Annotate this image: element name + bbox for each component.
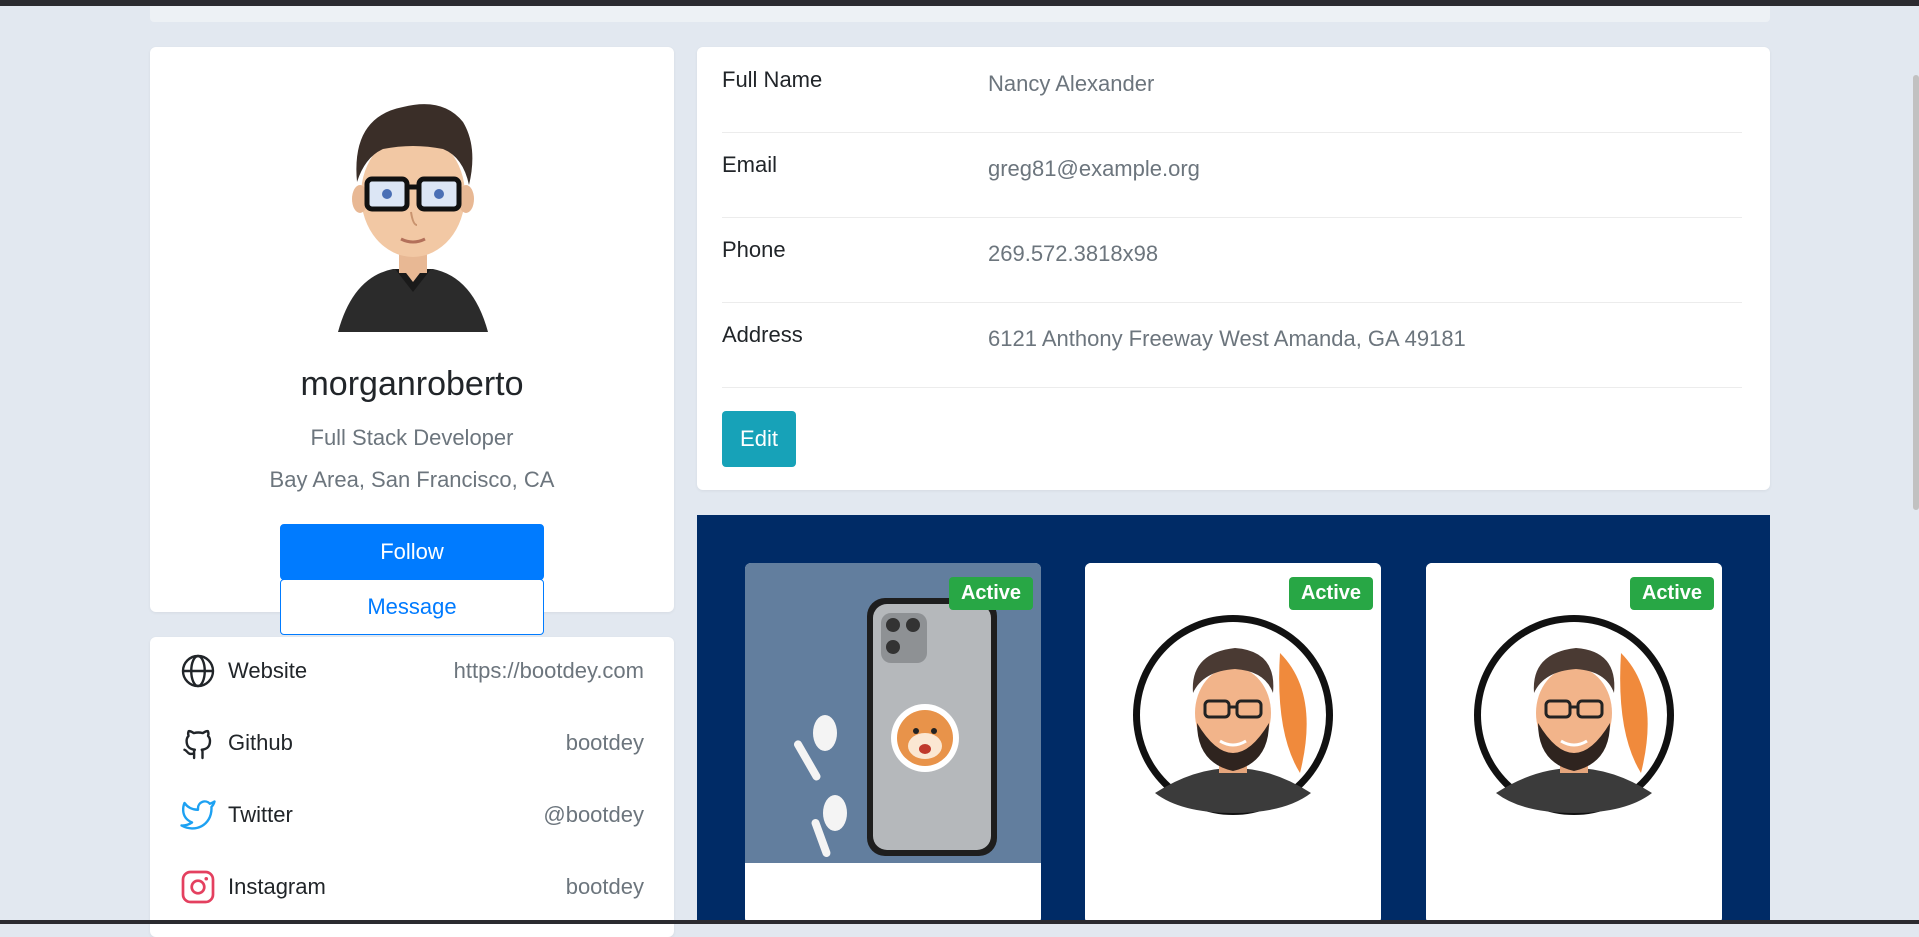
profile-role: Full Stack Developer [310, 425, 514, 450]
details-card: Full Name Nancy Alexander Email greg81@e… [697, 47, 1770, 490]
detail-label: Phone [722, 237, 786, 262]
social-row-website[interactable]: Website https://bootdey.com [180, 651, 644, 691]
github-icon [183, 729, 212, 760]
social-value-instagram[interactable]: bootdey [566, 874, 644, 900]
message-button[interactable]: Message [280, 579, 544, 635]
profile-username: morganroberto [300, 365, 524, 403]
social-row-github[interactable]: Github bootdey [180, 723, 644, 763]
detail-row-phone: Phone 269.572.3818x98 [722, 217, 1742, 303]
profile-location: Bay Area, San Francisco, CA [269, 467, 555, 492]
status-badge: Active [1629, 577, 1714, 610]
social-row-twitter[interactable]: Twitter @bootdey [180, 795, 644, 835]
detail-label: Address [722, 322, 803, 347]
social-label-github: Github [228, 730, 293, 755]
detail-row-email: Email greg81@example.org [722, 132, 1742, 218]
social-label-instagram: Instagram [228, 874, 326, 899]
social-label-website: Website [228, 658, 308, 683]
gallery-card[interactable]: Active [1085, 563, 1381, 924]
social-links-card: Website https://bootdey.com Github bootd… [150, 637, 674, 937]
social-value-website[interactable]: https://bootdey.com [454, 658, 644, 684]
edit-button[interactable]: Edit [722, 411, 796, 467]
detail-label: Email [722, 152, 778, 177]
bottom-bar [0, 920, 1919, 924]
gallery-section: Active Active Active [697, 515, 1770, 924]
header-strip [150, 6, 1770, 22]
gallery-card[interactable]: Active [1426, 563, 1722, 924]
detail-row-address: Address 6121 Anthony Freeway West Amanda… [722, 302, 1742, 388]
status-badge: Active [948, 577, 1033, 610]
detail-value: greg81@example.org [988, 156, 1200, 181]
globe-icon [181, 654, 215, 688]
status-badge: Active [1288, 577, 1373, 610]
page-scrollbar[interactable] [1913, 75, 1919, 510]
detail-label: Full Name [722, 67, 823, 92]
social-value-twitter[interactable]: @bootdey [543, 802, 644, 828]
twitter-icon [180, 800, 216, 830]
social-label-twitter: Twitter [228, 802, 293, 827]
gallery-card[interactable]: Active [745, 563, 1041, 924]
social-value-github[interactable]: bootdey [566, 730, 644, 756]
follow-button[interactable]: Follow [280, 524, 544, 580]
detail-value: Nancy Alexander [988, 71, 1155, 96]
detail-row-full-name: Full Name Nancy Alexander [722, 47, 1742, 133]
profile-card: morganroberto Full Stack Developer Bay A… [150, 47, 674, 635]
social-row-instagram[interactable]: Instagram bootdey [180, 867, 644, 907]
instagram-icon [181, 870, 215, 904]
detail-value: 269.572.3818x98 [988, 241, 1159, 266]
profile-avatar [338, 104, 488, 332]
detail-value: 6121 Anthony Freeway West Amanda, GA 491… [988, 326, 1466, 351]
